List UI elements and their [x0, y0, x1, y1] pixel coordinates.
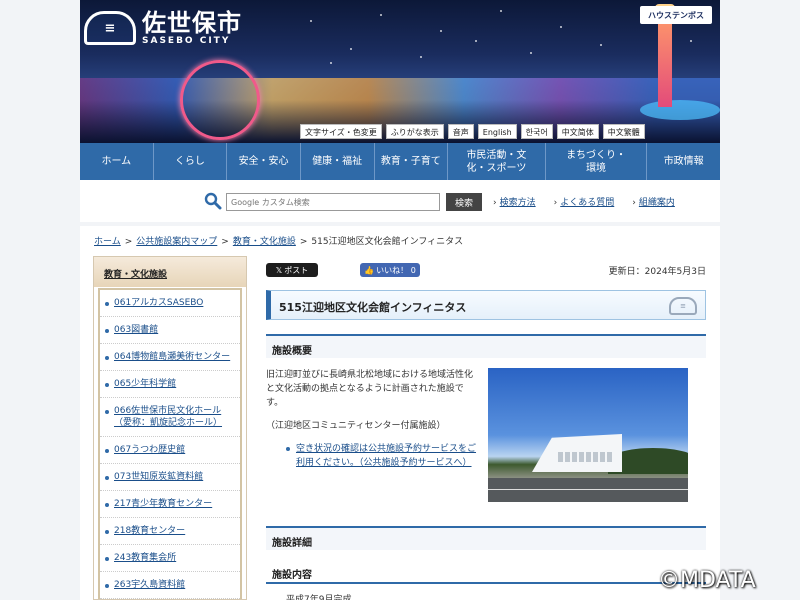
nav-home[interactable]: ホーム: [80, 143, 154, 180]
search-bar: 検索 検索方法 よくある質問 組織案内: [80, 180, 720, 222]
like-label: いいね！ 0: [376, 265, 416, 275]
sidebar-link[interactable]: 073世知原炭鉱資料館: [114, 472, 203, 482]
sidebar-link[interactable]: 067うつわ歴史館: [114, 445, 185, 455]
page-title: 515江迎地区文化会館インフィニタス: [279, 301, 467, 314]
section-detail-heading: 施設詳細: [266, 526, 706, 550]
ferris-wheel-image: [180, 60, 260, 140]
sidebar-item: 243教育集会所: [100, 545, 240, 572]
overview-text: 旧江迎町並びに長崎県北松地域における地域活性化と文化活動の拠点となるように計画さ…: [266, 368, 476, 470]
thumbs-up-icon: 👍: [364, 265, 375, 275]
nav-education[interactable]: 教育・子育て: [375, 143, 449, 180]
sidebar-link[interactable]: 218教育センター: [114, 526, 185, 536]
sidebar-item: 061アルカスSASEBO: [100, 290, 240, 317]
site-logo[interactable]: ≡ 佐世保市 SASEBO CITY: [84, 10, 242, 46]
utility-link-korean[interactable]: 한국어: [520, 124, 553, 139]
share-row: 𝕏 ポスト 👍 いいね！ 0 更新日：2024年5月3日: [266, 256, 708, 277]
section-overview-heading: 施設概要: [266, 334, 706, 358]
utility-link-english[interactable]: English: [477, 124, 517, 139]
utility-link-chinese-simplified[interactable]: 中文简体: [556, 124, 599, 139]
search-button[interactable]: 検索: [446, 193, 482, 211]
utility-link-text-size[interactable]: 文字サイズ・色変更: [300, 124, 382, 139]
breadcrumb-home[interactable]: ホーム: [94, 237, 121, 247]
sidebar-link[interactable]: 263宇久島資料館: [114, 580, 185, 590]
nav-health[interactable]: 健康・福祉: [301, 143, 375, 180]
logo-japanese: 佐世保市: [142, 8, 242, 37]
utility-links: 文字サイズ・色変更 ふりがな表示 音声 English 한국어 中文简体 中文繁…: [300, 124, 645, 139]
header-banner: ≡ 佐世保市 SASEBO CITY ハウステンボス 文字サイズ・色変更 ふりが…: [80, 0, 720, 143]
updated-date: 更新日：2024年5月3日: [608, 267, 706, 277]
overview-description: 旧江迎町並びに長崎県北松地域における地域活性化と文化活動の拠点となるように計画さ…: [266, 370, 474, 408]
sidebar-item: 218教育センター: [100, 518, 240, 545]
link-search-method[interactable]: 検索方法: [493, 195, 536, 208]
sidebar-item: 067うつわ歴史館: [100, 437, 240, 464]
sidebar-link[interactable]: 217青少年教育センター: [114, 499, 212, 509]
main-content: 𝕏 ポスト 👍 いいね！ 0 更新日：2024年5月3日 515江迎地区文化会館イン…: [266, 256, 708, 600]
sidebar-link[interactable]: 066佐世保市民文化ホール（愛称：凱旋記念ホール）: [114, 406, 222, 428]
sidebar-item: 066佐世保市民文化ホール（愛称：凱旋記念ホール）: [100, 398, 240, 437]
sidebar: 教育・文化施設 061アルカスSASEBO 063図書館 064博物館島瀬美術セ…: [93, 256, 247, 600]
sidebar-item: 263宇久島資料館: [100, 572, 240, 599]
x-post-button[interactable]: 𝕏 ポスト: [266, 263, 318, 277]
nav-culture[interactable]: 市民活動・文化・スポーツ: [448, 143, 546, 180]
sidebar-link[interactable]: 063図書館: [114, 325, 158, 335]
content-first-item: 平成7年9月完成: [286, 595, 352, 600]
sidebar-item: 217青少年教育センター: [100, 491, 240, 518]
x-icon: 𝕏: [275, 265, 283, 275]
facebook-like-button[interactable]: 👍 いいね！ 0: [360, 263, 420, 277]
sidebar-link[interactable]: 061アルカスSASEBO: [114, 298, 203, 308]
nav-town[interactable]: まちづくり・環境: [546, 143, 648, 180]
utility-link-chinese-traditional[interactable]: 中文繁體: [602, 124, 645, 139]
sidebar-list: 061アルカスSASEBO 063図書館 064博物館島瀬美術センター 065少…: [98, 288, 242, 599]
page-content: ホーム > 公共施設案内マップ > 教育・文化施設 >515江迎地区文化会館インフィニタス…: [80, 226, 720, 600]
overview-links: 空き状況の確認は公共施設予約サービスをご利用ください。（公共施設予約サービスへ）: [286, 442, 476, 470]
reservation-link[interactable]: 空き状況の確認は公共施設予約サービスをご利用ください。（公共施設予約サービスへ）: [296, 444, 476, 468]
x-post-label: ポスト: [284, 265, 309, 275]
link-faq[interactable]: よくある質問: [554, 195, 614, 208]
utility-link-voice[interactable]: 音声: [447, 124, 474, 139]
overview-note: （江迎地区コミュニティセンター付属施設）: [266, 421, 446, 431]
utility-link-furigana[interactable]: ふりがな表示: [385, 124, 444, 139]
sidebar-item: 065少年科学館: [100, 371, 240, 398]
sidebar-item: 073世知原炭鉱資料館: [100, 464, 240, 491]
breadcrumb-education-culture[interactable]: 教育・文化施設: [233, 237, 296, 247]
sidebar-link[interactable]: 065少年科学館: [114, 379, 176, 389]
facility-photo: [488, 368, 688, 502]
list-item: 空き状況の確認は公共施設予約サービスをご利用ください。（公共施設予約サービスへ）: [286, 442, 476, 470]
search-input[interactable]: [226, 193, 440, 211]
sidebar-item: 064博物館島瀬美術センター: [100, 344, 240, 371]
watermark: ©MDATA: [658, 568, 756, 593]
breadcrumb-current: 515江迎地区文化会館インフィニタス: [311, 237, 464, 247]
global-nav: ホーム くらし 安全・安心 健康・福祉 教育・子育て 市民活動・文化・スポーツ …: [80, 143, 720, 180]
breadcrumb-facility-map[interactable]: 公共施設案内マップ: [136, 237, 217, 247]
nav-safety[interactable]: 安全・安心: [227, 143, 301, 180]
sidebar-item: 063図書館: [100, 317, 240, 344]
partner-badge[interactable]: ハウステンボス: [640, 6, 712, 24]
breadcrumb: ホーム > 公共施設案内マップ > 教育・文化施設 >515江迎地区文化会館インフィニタス: [94, 237, 464, 247]
search-help-links: 検索方法 よくある質問 組織案内: [493, 195, 675, 208]
logo-english: SASEBO CITY: [142, 36, 231, 46]
sidebar-link[interactable]: 064博物館島瀬美術センター: [114, 352, 230, 362]
link-organization[interactable]: 組織案内: [632, 195, 675, 208]
page-title-bar: 515江迎地区文化会館インフィニタス ≡: [266, 290, 706, 320]
nav-living[interactable]: くらし: [154, 143, 228, 180]
search-icon: [204, 192, 222, 210]
section-content-heading: 施設内容: [266, 562, 706, 584]
sidebar-link[interactable]: 243教育集会所: [114, 553, 176, 563]
city-emblem-icon: ≡: [84, 11, 136, 45]
city-emblem-icon: ≡: [669, 297, 697, 315]
sidebar-heading[interactable]: 教育・文化施設: [94, 257, 246, 287]
tower-image: [655, 4, 675, 107]
nav-city-info[interactable]: 市政情報: [647, 143, 720, 180]
